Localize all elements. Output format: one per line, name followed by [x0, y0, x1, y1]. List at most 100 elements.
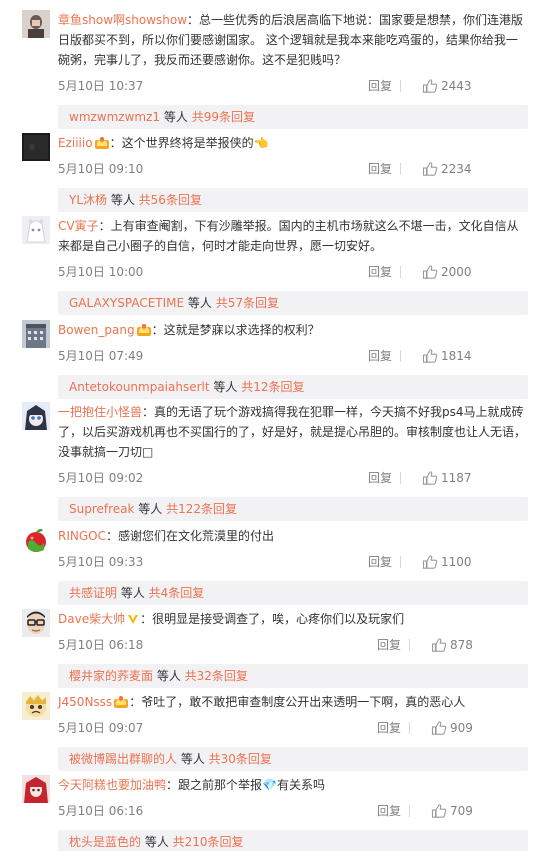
avatar[interactable]	[22, 775, 50, 803]
comment-username[interactable]: Dave柴大帅	[58, 612, 125, 626]
like-button[interactable]: 2443	[422, 77, 491, 95]
reply-summary[interactable]: 共感证明 等人 共4条回复	[58, 581, 528, 605]
reply-button[interactable]: 回复	[377, 720, 401, 736]
reply-summary[interactable]: 枕头是蓝色的 等人 共210条回复	[58, 830, 528, 851]
reply-summary-text: 等人	[107, 193, 139, 207]
reply-summary-text: 等人	[134, 502, 167, 516]
divider	[409, 805, 410, 817]
comment-username[interactable]: Eziiiio	[58, 136, 93, 150]
divider	[400, 80, 401, 92]
divider	[409, 639, 410, 651]
reply-button[interactable]: 回复	[368, 470, 392, 486]
avatar[interactable]	[22, 609, 50, 637]
reply-summary-user[interactable]: wmzwmzwmz1	[69, 110, 160, 124]
comment-meta: 5月10日 09:10 回复 2234	[58, 160, 528, 180]
avatar[interactable]	[22, 320, 50, 348]
reply-summary-count[interactable]: 共12条回复	[241, 380, 304, 394]
crown-badge-icon	[94, 136, 110, 150]
like-button[interactable]: 1814	[422, 347, 491, 365]
divider	[400, 350, 401, 362]
comment-username[interactable]: Bowen_pang	[58, 323, 135, 337]
comment-body: Eziiiio ：这个世界终将是举报侠的👈	[58, 133, 528, 153]
reply-summary-text: 等人	[117, 586, 149, 600]
reply-button[interactable]: 回复	[368, 264, 392, 280]
reply-summary-user[interactable]: 樱井家的荞麦面	[69, 669, 153, 683]
reply-summary-user[interactable]: Antetokounmpaiahserlt	[69, 380, 210, 394]
reply-summary[interactable]: Suprefreak 等人 共122条回复	[58, 497, 528, 521]
reply-summary-user[interactable]: Suprefreak	[69, 502, 134, 516]
comment-username[interactable]: RINGOC	[58, 529, 106, 543]
reply-summary[interactable]: 樱井家的荞麦面 等人 共32条回复	[58, 664, 528, 688]
avatar[interactable]	[22, 692, 50, 720]
reply-summary[interactable]: wmzwmzwmz1 等人 共99条回复	[58, 105, 528, 129]
like-count: 2443	[441, 79, 472, 93]
reply-summary-count[interactable]: 共32条回复	[185, 669, 248, 683]
reply-summary-count[interactable]: 共99条回复	[192, 110, 255, 124]
reply-summary-count[interactable]: 共56条回复	[139, 193, 202, 207]
avatar[interactable]	[22, 216, 50, 244]
reply-summary-user[interactable]: 被微博踢出群聊的人	[69, 752, 177, 766]
comment-meta: 5月10日 07:49 回复 1814	[58, 347, 528, 367]
reply-summary-user[interactable]: 共感证明	[69, 586, 117, 600]
comment-text: ：这就是梦寐以求选择的权利？	[151, 323, 320, 337]
comment-username[interactable]: J450Nsss	[58, 695, 112, 709]
reply-button[interactable]: 回复	[377, 637, 401, 653]
comment-body: J450Nsss ：爷吐了，敢不敢把审查制度公开出来透明一下啊，真的恶心人	[58, 692, 528, 712]
reply-summary-text: 等人	[184, 296, 216, 310]
like-count: 909	[450, 721, 473, 735]
reply-button[interactable]: 回复	[377, 803, 401, 819]
reply-button[interactable]: 回复	[368, 554, 392, 570]
comment-username[interactable]: 一把抱住小怪兽	[58, 405, 142, 419]
divider	[409, 722, 410, 734]
crown-badge-icon	[136, 323, 152, 337]
comment-time: 5月10日 09:02	[58, 471, 144, 485]
vip-badge-icon	[126, 612, 140, 626]
reply-summary-count[interactable]: 共57条回复	[216, 296, 279, 310]
like-button[interactable]: 909	[431, 719, 491, 737]
comment-meta: 5月10日 09:02 回复 1187	[58, 469, 528, 489]
comment-username[interactable]: 章鱼show啊showshow	[58, 13, 187, 27]
reply-summary-count[interactable]: 共210条回复	[173, 835, 244, 849]
comment-text: ：很明显是接受调查了，唉，心疼你们以及玩家们	[140, 612, 405, 626]
like-count: 1187	[441, 471, 472, 485]
comment-text: ：感谢您们在文化荒漠里的付出	[105, 529, 274, 543]
comment-time: 5月10日 09:07	[58, 721, 144, 735]
comment-meta: 5月10日 06:16 回复 709	[58, 802, 528, 822]
like-count: 878	[450, 638, 473, 652]
reply-summary-text: 等人	[153, 669, 185, 683]
avatar[interactable]	[22, 10, 50, 38]
reply-summary-count[interactable]: 共30条回复	[209, 752, 272, 766]
reply-summary[interactable]: Antetokounmpaiahserlt 等人 共12条回复	[58, 375, 528, 399]
reply-button[interactable]: 回复	[368, 161, 392, 177]
like-button[interactable]: 1187	[422, 469, 491, 487]
comment-username[interactable]: 今天阿糕也要加油鸭	[58, 778, 166, 792]
reply-summary-text: 等人	[177, 752, 209, 766]
avatar[interactable]	[22, 133, 50, 161]
reply-summary-text: 等人	[141, 835, 173, 849]
reply-button[interactable]: 回复	[368, 78, 392, 94]
reply-summary-count[interactable]: 共122条回复	[166, 502, 237, 516]
reply-button[interactable]: 回复	[368, 348, 392, 364]
comment-meta: 5月10日 06:18 回复 878	[58, 636, 528, 656]
reply-summary-user[interactable]: YL沐杨	[69, 193, 107, 207]
reply-summary[interactable]: GALAXYSPACETIME 等人 共57条回复	[58, 291, 528, 315]
like-button[interactable]: 2234	[422, 160, 491, 178]
reply-summary-count[interactable]: 共4条回复	[149, 586, 205, 600]
like-button[interactable]: 2000	[422, 263, 491, 281]
divider	[400, 266, 401, 278]
like-button[interactable]: 709	[431, 802, 491, 820]
reply-summary[interactable]: YL沐杨 等人 共56条回复	[58, 188, 528, 212]
reply-summary-user[interactable]: GALAXYSPACETIME	[69, 296, 184, 310]
like-button[interactable]: 1100	[422, 553, 491, 571]
comment-username[interactable]: CV寅子	[58, 219, 99, 233]
like-button[interactable]: 878	[431, 636, 491, 654]
comment-body: 章鱼show啊showshow：总一些优秀的后浪居高临下地说：国家要是想禁，你们…	[58, 10, 528, 70]
comment-time: 5月10日 10:37	[58, 79, 144, 93]
comment-body: 一把抱住小怪兽：真的无语了玩个游戏搞得我在犯罪一样，今天搞不好我ps4马上就成砖…	[58, 402, 528, 462]
avatar[interactable]	[22, 402, 50, 430]
like-count: 1814	[441, 349, 472, 363]
comment-meta: 5月10日 09:07 回复 909	[58, 719, 528, 739]
avatar[interactable]	[22, 526, 50, 554]
reply-summary[interactable]: 被微博踢出群聊的人 等人 共30条回复	[58, 747, 528, 771]
reply-summary-user[interactable]: 枕头是蓝色的	[69, 835, 141, 849]
